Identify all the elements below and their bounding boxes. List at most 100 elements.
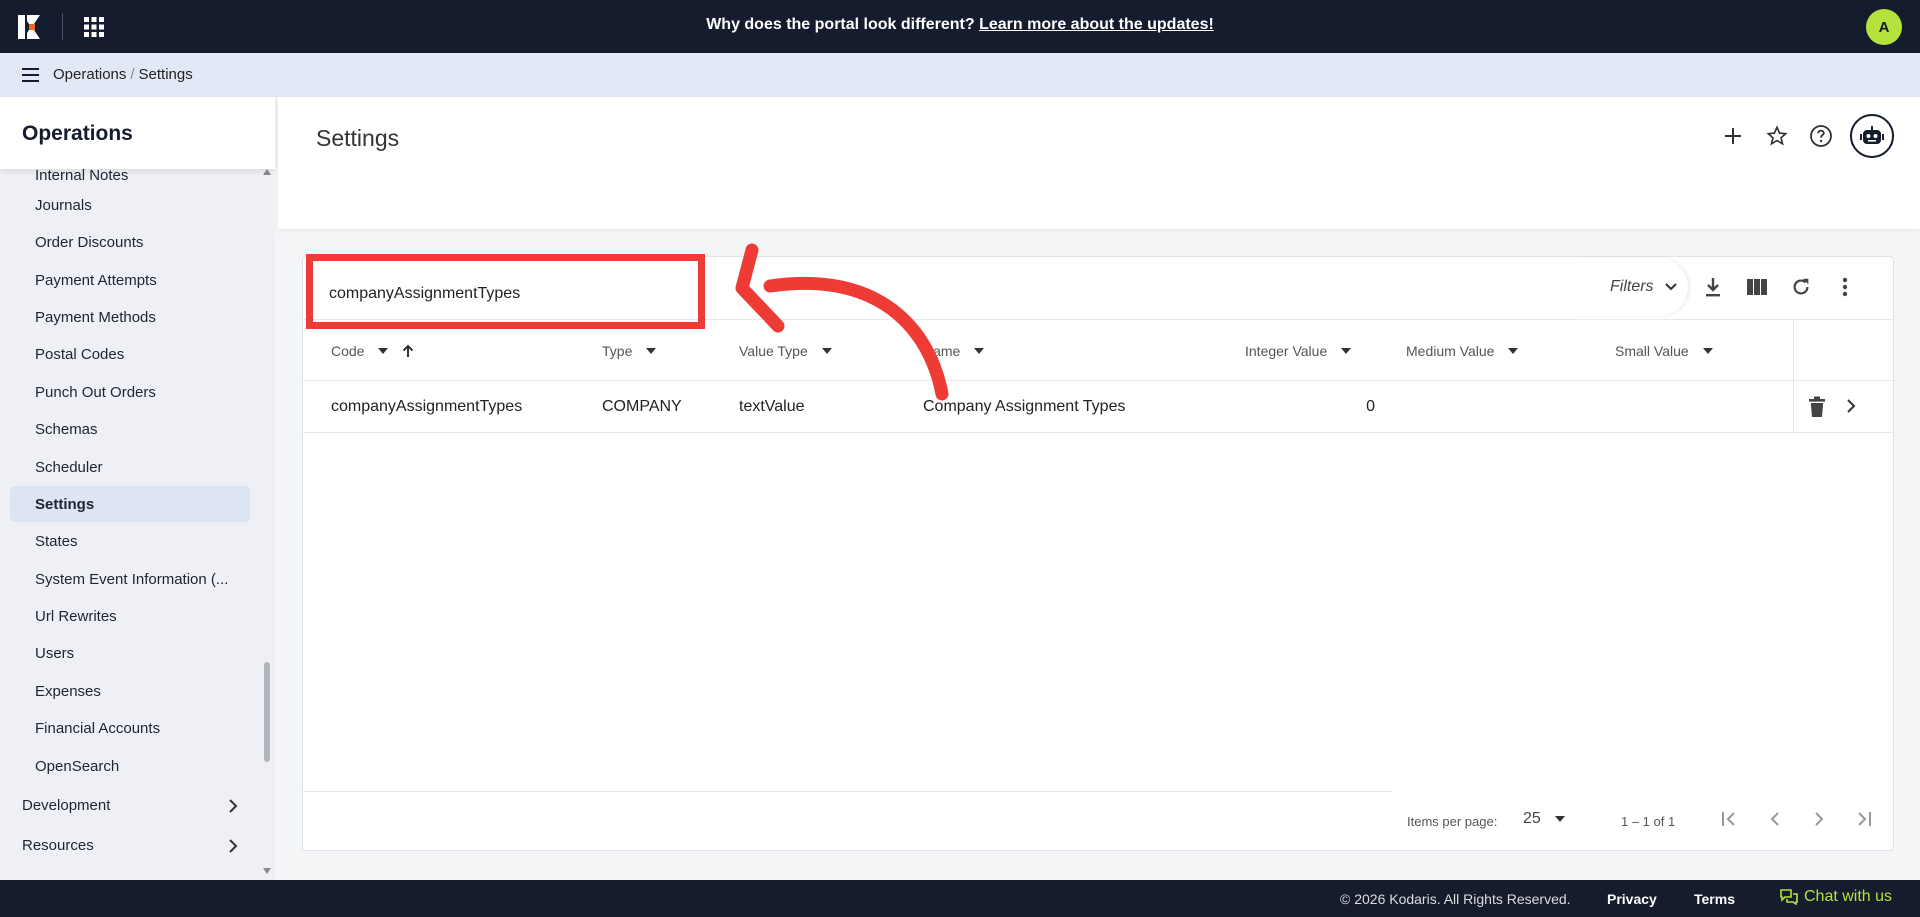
banner-text: Why does the portal look different? <box>706 16 975 33</box>
caret-down-icon[interactable] <box>1341 348 1352 354</box>
items-per-page-label: Items per page: <box>1407 814 1498 829</box>
banner-link[interactable]: Learn more about the updates! <box>979 16 1214 33</box>
caret-down-icon[interactable] <box>646 348 657 354</box>
first-page-icon[interactable] <box>1717 806 1743 832</box>
sidebar-item-journals[interactable]: Journals <box>10 187 250 223</box>
column-header-code[interactable]: Code <box>331 343 414 359</box>
page-title: Settings <box>316 125 400 151</box>
sidebar: Operations Internal Notes Journals Order… <box>0 97 275 880</box>
sidebar-item-settings[interactable]: Settings <box>10 486 250 522</box>
more-vertical-icon[interactable] <box>1832 274 1858 300</box>
sidebar-item-punch-out-orders[interactable]: Punch Out Orders <box>10 374 250 410</box>
scroll-down-icon[interactable] <box>263 868 271 874</box>
column-header-label: Integer Value <box>1245 343 1328 359</box>
sidebar-item-opensearch[interactable]: OpenSearch <box>10 748 250 784</box>
refresh-icon[interactable] <box>1788 274 1814 300</box>
chevron-right-icon <box>229 839 238 853</box>
scroll-up-icon[interactable] <box>263 169 271 175</box>
items-per-page-value: 25 <box>1523 810 1541 827</box>
page-header: Settings <box>278 97 1920 229</box>
chat-button[interactable]: Chat with us <box>1780 888 1892 906</box>
next-page-icon[interactable] <box>1806 806 1832 832</box>
column-header-name[interactable]: Name <box>923 343 985 359</box>
cell-type: COMPANY <box>602 398 682 415</box>
breadcrumb-bar: Operations / Settings <box>0 53 1920 97</box>
breadcrumb: Operations / Settings <box>53 66 193 83</box>
caret-down-icon[interactable] <box>821 348 832 354</box>
chevron-right-icon[interactable] <box>1846 398 1856 419</box>
robot-icon <box>1860 126 1884 144</box>
delete-icon[interactable] <box>1808 396 1826 423</box>
sidebar-item-payment-attempts[interactable]: Payment Attempts <box>10 262 250 298</box>
caret-down-icon <box>1554 816 1565 822</box>
sidebar-item-users[interactable]: Users <box>10 635 250 671</box>
help-icon[interactable] <box>1806 121 1836 151</box>
caret-down-icon[interactable] <box>974 348 985 354</box>
breadcrumb-separator: / <box>130 66 135 83</box>
download-icon[interactable] <box>1700 274 1726 300</box>
sidebar-scrollbar[interactable] <box>262 169 272 874</box>
items-per-page-select[interactable]: 25 <box>1523 810 1565 828</box>
sidebar-group-resources[interactable]: Resources <box>0 827 250 863</box>
sidebar-group-label: Resources <box>22 837 94 854</box>
chat-icon <box>1780 889 1798 905</box>
cell-integer-value: 0 <box>1366 398 1375 415</box>
breadcrumb-operations[interactable]: Operations <box>53 66 126 83</box>
caret-down-icon[interactable] <box>1702 348 1713 354</box>
cell-value-type: textValue <box>739 398 805 415</box>
column-header-label: Name <box>923 343 961 359</box>
hamburger-menu-icon[interactable] <box>20 65 42 85</box>
table-footer-divider <box>303 791 1393 792</box>
column-header-type[interactable]: Type <box>602 343 657 359</box>
chat-label: Chat with us <box>1804 888 1893 905</box>
previous-page-icon[interactable] <box>1762 806 1788 832</box>
update-banner: Why does the portal look different? Lear… <box>0 16 1920 34</box>
chevron-right-icon <box>229 799 238 813</box>
highlight-annotation-box <box>306 254 705 329</box>
column-header-small-value[interactable]: Small Value <box>1615 343 1713 359</box>
sidebar-item-url-rewrites[interactable]: Url Rewrites <box>10 598 250 634</box>
column-header-label: Code <box>331 343 365 359</box>
sidebar-item-order-discounts[interactable]: Order Discounts <box>10 224 250 260</box>
column-header-value-type[interactable]: Value Type <box>739 343 832 359</box>
column-header-label: Small Value <box>1615 343 1689 359</box>
privacy-link[interactable]: Privacy <box>1607 891 1657 907</box>
sidebar-item-system-event-information[interactable]: System Event Information (... <box>10 561 250 597</box>
pagination-range: 1 – 1 of 1 <box>1621 814 1676 829</box>
copyright-text: © 2026 Kodaris. All Rights Reserved. <box>1340 891 1571 907</box>
assistant-bot-button[interactable] <box>1850 114 1894 158</box>
cell-code: companyAssignmentTypes <box>331 398 523 415</box>
chevron-down-icon <box>1664 283 1677 291</box>
column-header-integer-value[interactable]: Integer Value <box>1245 343 1352 359</box>
user-avatar[interactable]: A <box>1866 9 1902 45</box>
add-icon[interactable] <box>1718 121 1748 151</box>
page-footer: © 2026 Kodaris. All Rights Reserved. Pri… <box>0 880 1920 917</box>
top-bar: Why does the portal look different? Lear… <box>0 0 1920 53</box>
filters-label: Filters <box>1610 278 1654 295</box>
sidebar-item-financial-accounts[interactable]: Financial Accounts <box>10 710 250 746</box>
sidebar-list: Internal Notes Journals Order Discounts … <box>0 157 262 880</box>
sidebar-group-label: Development <box>22 797 111 814</box>
last-page-icon[interactable] <box>1850 806 1876 832</box>
sidebar-title: Operations <box>0 97 275 169</box>
filters-button[interactable]: Filters <box>1574 258 1688 316</box>
sidebar-item-postal-codes[interactable]: Postal Codes <box>10 336 250 372</box>
sidebar-item-expenses[interactable]: Expenses <box>10 673 250 709</box>
table-row[interactable]: companyAssignmentTypes COMPANY textValue… <box>303 381 1893 433</box>
scrollbar-thumb[interactable] <box>264 662 270 762</box>
column-header-label: Medium Value <box>1406 343 1495 359</box>
star-icon[interactable] <box>1762 121 1792 151</box>
sidebar-item-states[interactable]: States <box>10 523 250 559</box>
columns-icon[interactable] <box>1744 274 1770 300</box>
caret-down-icon[interactable] <box>1508 348 1519 354</box>
column-header-medium-value[interactable]: Medium Value <box>1406 343 1519 359</box>
terms-link[interactable]: Terms <box>1694 891 1735 907</box>
sidebar-item-payment-methods[interactable]: Payment Methods <box>10 299 250 335</box>
sidebar-item-schemas[interactable]: Schemas <box>10 411 250 447</box>
caret-down-icon[interactable] <box>378 348 389 354</box>
sidebar-group-development[interactable]: Development <box>0 787 250 823</box>
column-header-label: Type <box>602 343 633 359</box>
column-header-label: Value Type <box>739 343 808 359</box>
sidebar-item-scheduler[interactable]: Scheduler <box>10 449 250 485</box>
breadcrumb-settings[interactable]: Settings <box>139 66 193 83</box>
